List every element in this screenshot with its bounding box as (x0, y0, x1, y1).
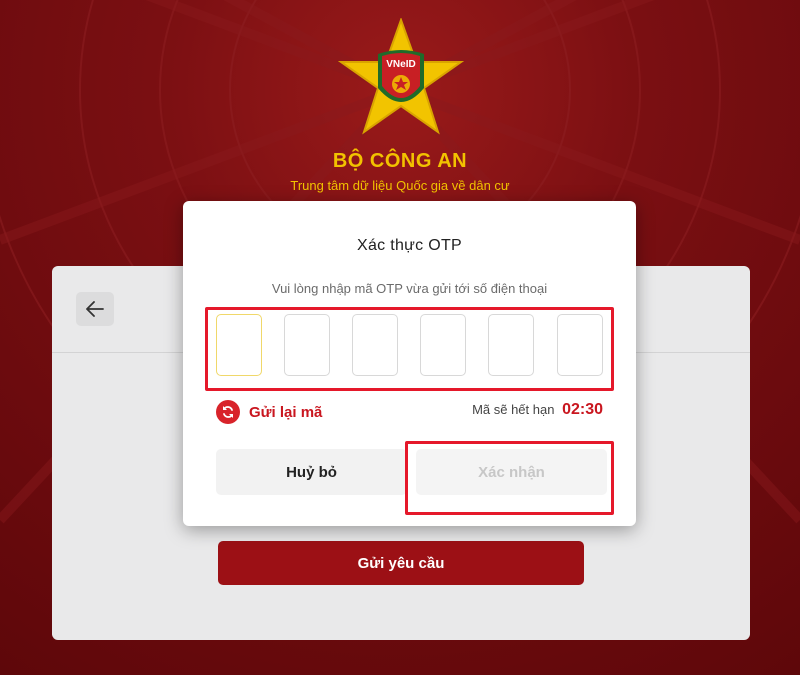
expiry-label: Mã sẽ hết hạn (472, 402, 555, 417)
confirm-highlight-box (405, 441, 614, 515)
modal-title: Xác thực OTP (356, 237, 462, 254)
otp-digit-2[interactable] (284, 314, 330, 376)
vneid-logo: VNeID (338, 18, 464, 135)
modal-description: Vui lòng nhập mã OTP vừa gửi tới số điện… (271, 281, 548, 296)
brand-title: BỘ CÔNG AN (332, 150, 468, 172)
otp-digit-6[interactable] (557, 314, 603, 376)
refresh-icon (216, 400, 240, 424)
submit-request-button[interactable]: Gửi yêu cầu (218, 541, 584, 585)
svg-text:VNeID: VNeID (386, 59, 415, 70)
otp-modal: Xác thực OTP Vui lòng nhập mã OTP vừa gử… (183, 201, 636, 526)
expiry-info: Mã sẽ hết hạn 02:30 (472, 401, 603, 419)
resend-label: Gửi lại mã (249, 403, 323, 421)
otp-digit-5[interactable] (488, 314, 534, 376)
back-button[interactable] (76, 292, 114, 326)
brand-subtitle: Trung tâm dữ liệu Quốc gia về dân cư (290, 178, 510, 193)
arrow-left-icon (86, 301, 104, 317)
otp-digit-3[interactable] (352, 314, 398, 376)
resend-code-link[interactable]: Gửi lại mã (216, 400, 322, 424)
otp-digit-1[interactable] (216, 314, 262, 376)
cancel-button[interactable]: Huỷ bỏ (216, 449, 407, 495)
otp-digit-4[interactable] (420, 314, 466, 376)
otp-highlight-box (205, 307, 614, 391)
expiry-countdown: 02:30 (562, 401, 603, 418)
